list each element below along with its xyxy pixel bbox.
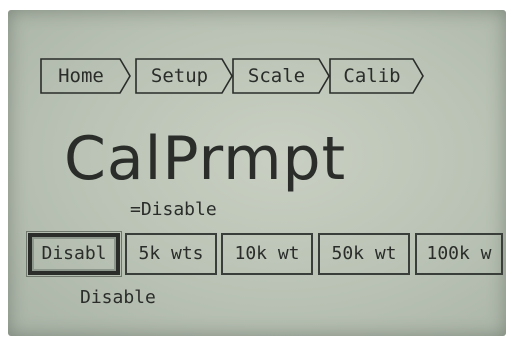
breadcrumb-label: Setup: [150, 65, 209, 87]
option-button-5k-wts[interactable]: 5k wts: [125, 233, 217, 275]
page-title: CalPrmpt: [64, 124, 347, 194]
breadcrumb-label: Home: [58, 65, 104, 87]
option-button-100k-w[interactable]: 100k w: [415, 233, 503, 275]
option-button-disable[interactable]: Disabl: [26, 231, 122, 277]
lcd-screen: Home Setup Scale Calib CalPrmpt =Disable…: [8, 10, 506, 336]
current-value-text: =Disable: [130, 199, 217, 220]
selected-option-label: Disable: [80, 287, 156, 308]
breadcrumb-label: Calib: [343, 65, 401, 87]
breadcrumb-item-calib[interactable]: Calib: [329, 58, 424, 94]
breadcrumb-item-home[interactable]: Home: [40, 58, 131, 94]
breadcrumb-item-scale[interactable]: Scale: [232, 58, 330, 94]
option-button-50k-wt[interactable]: 50k wt: [318, 233, 410, 275]
device-bezel: Home Setup Scale Calib CalPrmpt =Disable…: [0, 0, 514, 348]
breadcrumb-item-setup[interactable]: Setup: [135, 58, 233, 94]
option-button-10k-wt[interactable]: 10k wt: [221, 233, 313, 275]
breadcrumb-label: Scale: [247, 65, 306, 87]
